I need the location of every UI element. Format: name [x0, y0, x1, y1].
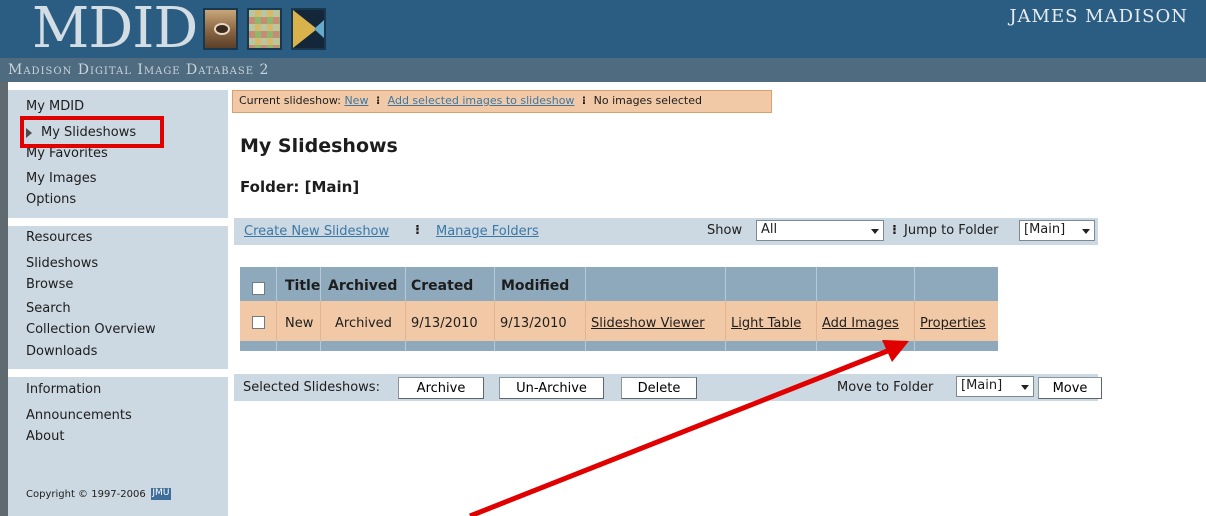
sidebar-item-announcements[interactable]: Announcements	[26, 408, 132, 424]
properties-link[interactable]: Properties	[920, 316, 986, 331]
sidebar-divider	[8, 218, 228, 226]
column-header-archived[interactable]: Archived	[328, 278, 397, 294]
unarchive-button[interactable]: Un-Archive	[499, 377, 604, 399]
cell-title: New	[285, 316, 314, 331]
selected-slideshows-label: Selected Slideshows:	[243, 380, 380, 395]
mosaic-image-icon	[247, 8, 282, 50]
selection-status: No images selected	[593, 94, 702, 107]
current-slideshow-bar: Current slideshow: New ⁝ Add selected im…	[232, 90, 772, 113]
sidebar-item-collection-overview[interactable]: Collection Overview	[26, 322, 156, 338]
sidebar-divider	[8, 82, 228, 90]
copyright-text: Copyright © 1997-2006	[26, 489, 146, 500]
sidebar-item-search[interactable]: Search	[26, 301, 71, 317]
sidebar-item-slideshows[interactable]: Slideshows	[26, 256, 98, 272]
column-header-title[interactable]: Title	[285, 278, 320, 294]
sidebar-item-browse[interactable]: Browse	[26, 277, 73, 293]
sidebar-item-my-images[interactable]: My Images	[26, 171, 97, 187]
add-images-link[interactable]: Add Images	[822, 316, 899, 331]
move-to-folder-select[interactable]: [Main]	[956, 376, 1034, 397]
page-title: My Slideshows	[240, 135, 398, 157]
sidebar-item-downloads[interactable]: Downloads	[26, 344, 97, 360]
separator: ⁝	[892, 223, 897, 238]
institution-name: JAMES MADISON	[1009, 6, 1188, 27]
sidebar-heading-information: Information	[26, 382, 102, 397]
cell-modified: 9/13/2010	[500, 316, 567, 331]
sidebar-item-about[interactable]: About	[26, 429, 64, 445]
jmu-logo-icon[interactable]: JMU	[150, 488, 171, 500]
light-table-link[interactable]: Light Table	[731, 316, 801, 331]
select-all-checkbox[interactable]	[252, 282, 265, 295]
delete-button[interactable]: Delete	[621, 377, 697, 399]
mdid-logo[interactable]: MDID	[32, 0, 198, 64]
sidebar-item-my-favorites[interactable]: My Favorites	[26, 146, 108, 162]
add-selected-images-link[interactable]: Add selected images to slideshow	[388, 94, 575, 107]
move-to-folder-value: [Main]	[961, 378, 1003, 393]
sidebar-divider	[8, 369, 228, 377]
copyright-notice: Copyright © 1997-2006 JMU	[26, 488, 171, 500]
separator: ⁝	[415, 223, 420, 238]
eye-image-icon	[203, 8, 238, 50]
create-new-slideshow-link[interactable]: Create New Slideshow	[244, 224, 389, 239]
chevron-down-icon	[871, 229, 879, 234]
slideshow-viewer-link[interactable]: Slideshow Viewer	[591, 316, 705, 331]
sidebar-heading-my-mdid[interactable]: My MDID	[26, 99, 84, 114]
jump-to-folder-label: Jump to Folder	[904, 223, 999, 238]
chevron-down-icon	[1021, 385, 1029, 390]
show-filter-value: All	[761, 222, 778, 237]
current-slideshow-label: Current slideshow:	[239, 94, 341, 107]
move-to-folder-label: Move to Folder	[837, 380, 934, 395]
annotation-highlight-box	[20, 116, 164, 148]
selected-slideshows-actions: Selected Slideshows: Archive Un-Archive …	[234, 374, 1102, 401]
current-slideshow-link[interactable]: New	[344, 94, 368, 107]
column-header-created[interactable]: Created	[411, 278, 473, 294]
manage-folders-link[interactable]: Manage Folders	[436, 224, 539, 239]
chevron-down-icon	[1082, 229, 1090, 234]
move-button[interactable]: Move	[1038, 377, 1102, 399]
jump-to-folder-value: [Main]	[1024, 222, 1066, 237]
sidebar-edge	[0, 82, 8, 516]
jump-to-folder-select[interactable]: [Main]	[1019, 220, 1095, 241]
cell-created: 9/13/2010	[411, 316, 478, 331]
column-header-modified[interactable]: Modified	[501, 278, 569, 294]
slideshow-toolbar: Create New Slideshow ⁝ Manage Folders Sh…	[234, 218, 1098, 245]
sidebar-heading-resources: Resources	[26, 230, 93, 245]
light-table-image-icon	[291, 8, 326, 50]
slideshows-table: Title Archived Created Modified New Arch…	[240, 267, 998, 351]
show-filter-select[interactable]: All	[756, 220, 884, 241]
sidebar-item-options[interactable]: Options	[26, 192, 76, 208]
table-row: New Archived 9/13/2010 9/13/2010 Slidesh…	[240, 301, 998, 341]
archive-button[interactable]: Archive	[398, 377, 484, 399]
cell-archived: Archived	[335, 316, 392, 331]
site-subtitle: Madison Digital Image Database 2	[8, 62, 270, 78]
folder-title: Folder: [Main]	[240, 178, 360, 196]
show-filter-label: Show	[707, 223, 743, 238]
row-select-checkbox[interactable]	[252, 316, 265, 329]
